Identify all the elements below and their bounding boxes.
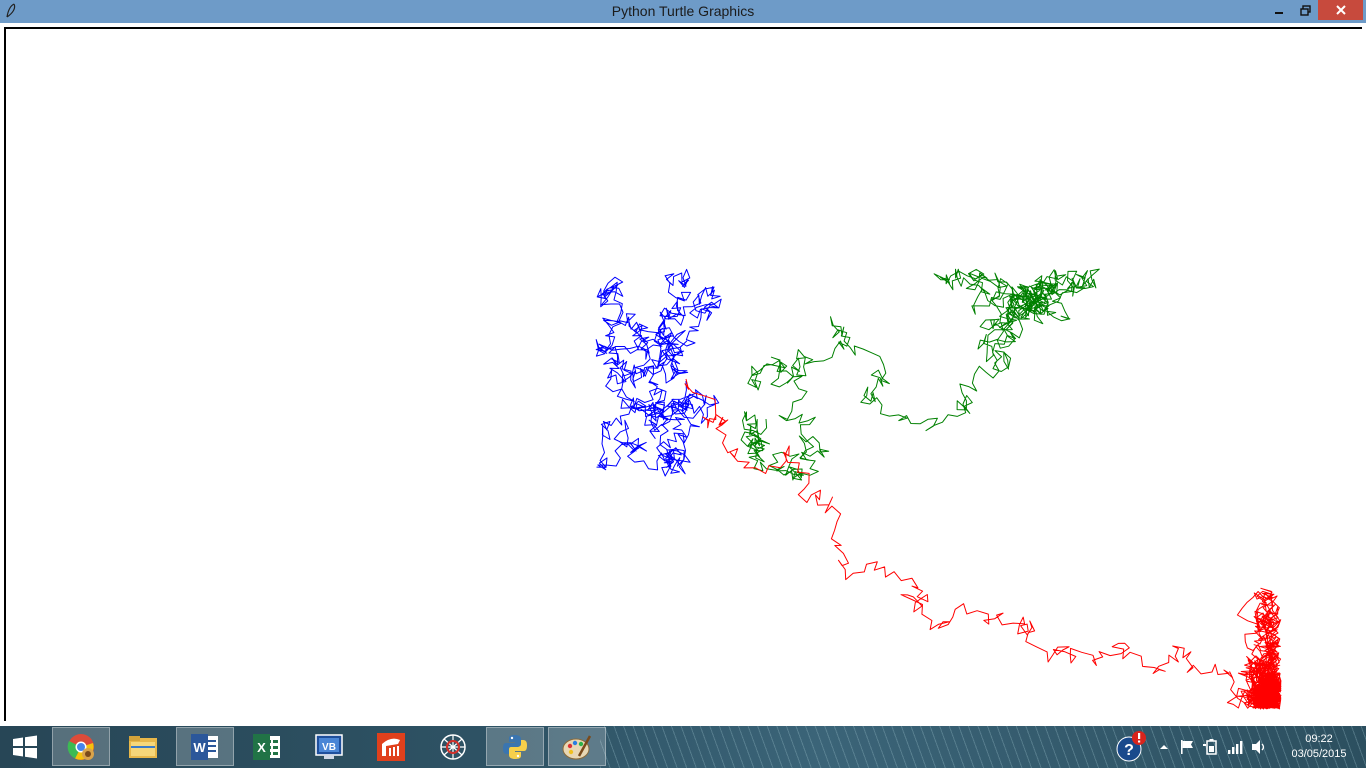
start-button[interactable] [0, 727, 50, 766]
python-icon [503, 734, 527, 759]
svg-text:?: ? [1124, 742, 1134, 759]
taskbar: W X VB ? 09:22 03/05/2015 [0, 726, 1366, 768]
clock-date: 03/05/2015 [1291, 748, 1347, 760]
minimize-icon [1275, 12, 1283, 14]
taskbar-file-explorer[interactable] [114, 727, 172, 766]
word-icon: W [191, 733, 218, 760]
clock-time: 09:22 [1305, 733, 1333, 745]
excel-icon-label: X [257, 740, 266, 755]
taskbar-clock[interactable]: 09:22 03/05/2015 [1280, 732, 1358, 762]
word-icon-label: W [193, 740, 206, 755]
close-button[interactable] [1318, 0, 1363, 20]
vb-icon-label: VB [322, 742, 336, 753]
window-title: Python Turtle Graphics [611, 3, 755, 19]
battery-icon[interactable] [1202, 738, 1220, 756]
window-frame [0, 23, 1366, 726]
restore-icon [1299, 4, 1311, 16]
turtle-path-2 [684, 378, 1282, 710]
close-icon [1335, 5, 1346, 15]
excel-icon: X [253, 733, 280, 760]
taskbar-red-app[interactable] [362, 727, 420, 766]
web-icon [440, 733, 466, 760]
red-app-icon [377, 732, 405, 761]
restore-button[interactable] [1292, 0, 1318, 20]
folder-icon [129, 735, 157, 758]
system-tray: ? [1114, 726, 1268, 768]
volume-icon[interactable] [1250, 738, 1268, 756]
chrome-icon [67, 733, 94, 760]
taskbar-word[interactable]: W [176, 727, 234, 766]
taskbar-python[interactable] [486, 727, 544, 766]
signal-icon[interactable] [1226, 738, 1244, 756]
minimize-button[interactable] [1266, 0, 1292, 20]
taskbar-chrome[interactable] [52, 727, 110, 766]
turtle-canvas[interactable] [4, 27, 1362, 721]
windows-start-icon [13, 735, 37, 758]
turtle-path-0 [595, 268, 722, 477]
show-hidden-icon[interactable] [1156, 739, 1172, 755]
turtle-path-1 [740, 268, 1100, 481]
taskbar-paint[interactable] [548, 727, 606, 766]
title-bar[interactable]: Python Turtle Graphics [0, 0, 1366, 23]
taskbar-visual-basic[interactable]: VB [300, 727, 358, 766]
taskbar-excel[interactable]: X [238, 727, 296, 766]
vb-icon: VB [315, 733, 343, 759]
help-alert-icon[interactable]: ? [1114, 730, 1148, 764]
paint-icon [562, 734, 592, 759]
flag-icon[interactable] [1178, 738, 1196, 756]
random-walk-drawing [595, 268, 1282, 710]
taskbar-web-app[interactable] [424, 727, 482, 766]
